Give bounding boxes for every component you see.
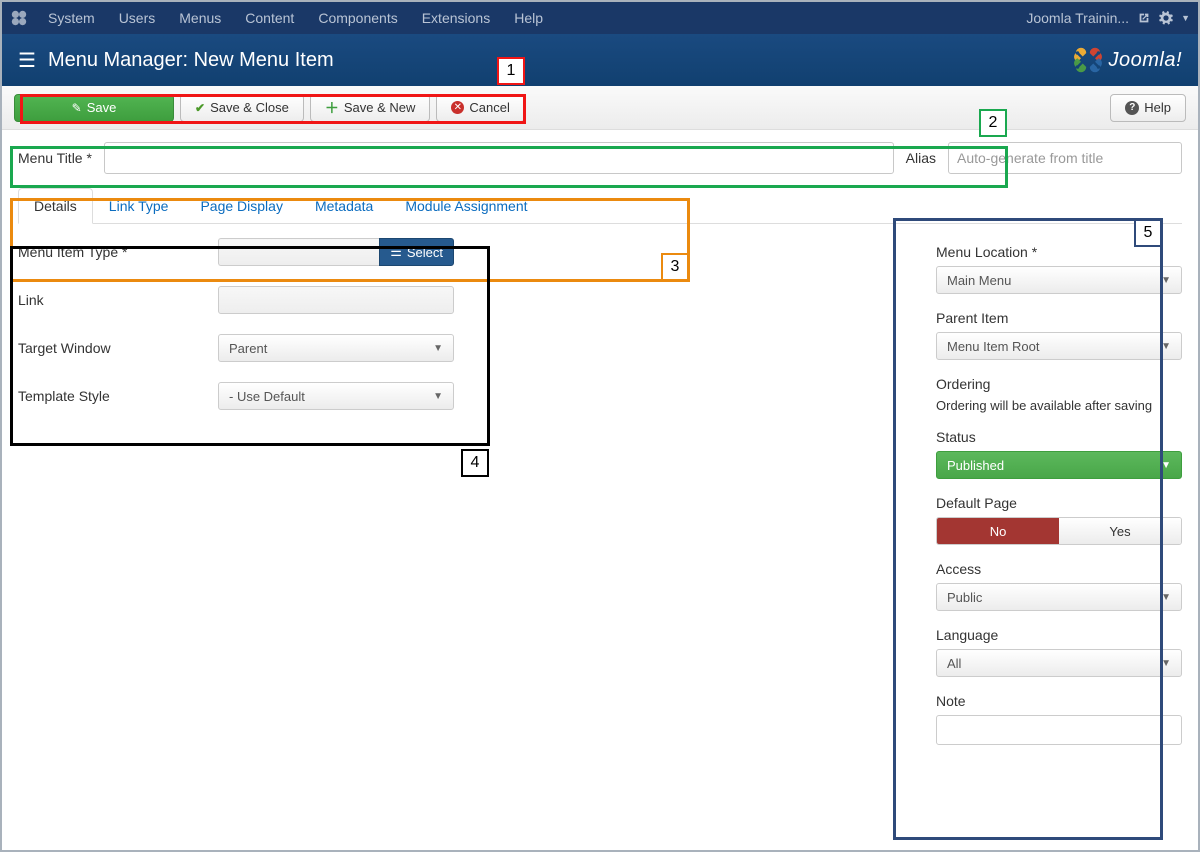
menu-location-label: Menu Location * (936, 244, 1182, 260)
menu-extensions[interactable]: Extensions (410, 2, 502, 34)
toolbar: ✎Save ✔Save & Close ＋Save & New ✕Cancel … (2, 86, 1198, 130)
tab-bar: Details Link Type Page Display Metadata … (18, 188, 1182, 224)
joomla-logo: Joomla! (1074, 46, 1182, 74)
save-icon: ✎ (72, 101, 82, 115)
menu-users[interactable]: Users (107, 2, 168, 34)
parent-item-select[interactable]: Menu Item Root▼ (936, 332, 1182, 360)
parent-item-label: Parent Item (936, 310, 1182, 326)
menu-location-select[interactable]: Main Menu▼ (936, 266, 1182, 294)
tab-page-display[interactable]: Page Display (184, 188, 299, 223)
tab-link-type[interactable]: Link Type (93, 188, 185, 223)
access-select[interactable]: Public▼ (936, 583, 1182, 611)
menu-content[interactable]: Content (233, 2, 306, 34)
sidebar-panel: Menu Location * Main Menu▼ Parent Item M… (936, 238, 1182, 761)
menu-help[interactable]: Help (502, 2, 555, 34)
link-field (218, 286, 454, 314)
tab-metadata[interactable]: Metadata (299, 188, 389, 223)
external-link-icon[interactable] (1137, 11, 1151, 25)
menu-item-type-field (218, 238, 379, 266)
page-header: ☰ Menu Manager: New Menu Item Joomla! (2, 34, 1198, 86)
menu-components[interactable]: Components (306, 2, 409, 34)
top-menu: System Users Menus Content Components Ex… (36, 2, 1026, 34)
details-form: Menu Item Type * ☰Select Link Target Win… (18, 238, 488, 761)
list-small-icon: ☰ (390, 244, 402, 260)
default-page-no[interactable]: No (937, 518, 1059, 544)
note-label: Note (936, 693, 1182, 709)
chevron-down-icon: ▼ (433, 391, 443, 402)
access-label: Access (936, 561, 1182, 577)
chevron-down-icon: ▼ (1161, 341, 1171, 352)
menu-title-input[interactable] (104, 142, 894, 174)
tab-details[interactable]: Details (18, 188, 93, 224)
tab-module-assignment[interactable]: Module Assignment (389, 188, 543, 223)
joomla-icon (10, 9, 28, 27)
language-label: Language (936, 627, 1182, 643)
default-page-yes[interactable]: Yes (1059, 518, 1181, 544)
alias-label: Alias (906, 150, 936, 166)
chevron-down-icon: ▼ (433, 343, 443, 354)
list-icon: ☰ (18, 48, 36, 73)
chevron-down-icon: ▼ (1161, 275, 1171, 286)
gear-caret[interactable]: ▼ (1181, 13, 1190, 23)
default-page-label: Default Page (936, 495, 1182, 511)
title-row: Menu Title * Alias (18, 142, 1182, 174)
help-button[interactable]: ?Help (1110, 94, 1186, 122)
template-style-select[interactable]: - Use Default▼ (218, 382, 454, 410)
note-input[interactable] (936, 715, 1182, 745)
link-label: Link (18, 292, 218, 308)
ordering-hint: Ordering will be available after saving (936, 398, 1182, 413)
top-nav: System Users Menus Content Components Ex… (2, 2, 1198, 34)
menu-item-type-label: Menu Item Type * (18, 244, 218, 260)
chevron-down-icon: ▼ (1161, 592, 1171, 603)
save-new-button[interactable]: ＋Save & New (310, 94, 431, 122)
site-name[interactable]: Joomla Trainin... (1026, 10, 1129, 26)
status-label: Status (936, 429, 1182, 445)
select-type-button[interactable]: ☰Select (379, 238, 454, 266)
target-window-select[interactable]: Parent▼ (218, 334, 454, 362)
language-select[interactable]: All▼ (936, 649, 1182, 677)
plus-icon: ＋ (325, 98, 339, 118)
menu-title-label: Menu Title * (18, 150, 92, 166)
joomla-wordmark: Joomla! (1108, 49, 1182, 72)
gear-icon[interactable] (1159, 11, 1173, 25)
cancel-icon: ✕ (451, 101, 464, 114)
menu-menus[interactable]: Menus (167, 2, 233, 34)
save-button[interactable]: ✎Save (14, 94, 174, 122)
target-window-label: Target Window (18, 340, 218, 356)
menu-system[interactable]: System (36, 2, 107, 34)
template-style-label: Template Style (18, 388, 218, 404)
help-icon: ? (1125, 101, 1139, 115)
chevron-down-icon: ▼ (1161, 658, 1171, 669)
save-close-button[interactable]: ✔Save & Close (180, 94, 304, 122)
check-icon: ✔ (195, 101, 205, 115)
default-page-toggle[interactable]: No Yes (936, 517, 1182, 545)
page-title: Menu Manager: New Menu Item (48, 49, 334, 72)
chevron-down-icon: ▼ (1161, 460, 1171, 471)
alias-input[interactable] (948, 142, 1182, 174)
ordering-label: Ordering (936, 376, 1182, 392)
status-select[interactable]: Published▼ (936, 451, 1182, 479)
joomla-mark-icon (1074, 46, 1102, 74)
cancel-button[interactable]: ✕Cancel (436, 94, 524, 122)
